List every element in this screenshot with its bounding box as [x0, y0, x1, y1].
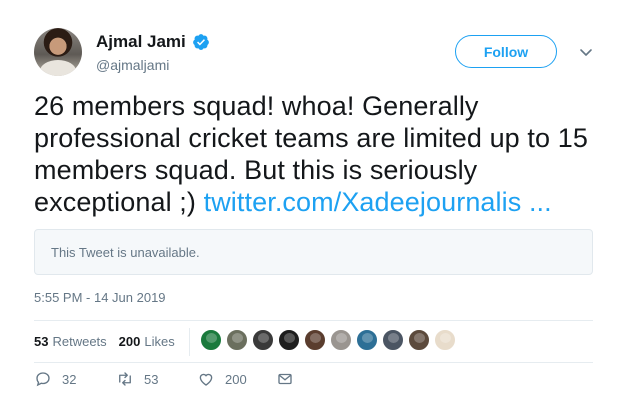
like-button[interactable]: 200 [197, 370, 247, 388]
reply-button[interactable]: 32 [34, 370, 76, 388]
liker-avatar[interactable] [304, 329, 326, 351]
chevron-down-icon[interactable] [578, 44, 594, 60]
follow-button[interactable]: Follow [455, 35, 557, 68]
like-count: 200 [225, 371, 247, 387]
tweet-text: 26 members squad! whoa! Generally profes… [34, 90, 594, 218]
reply-icon [36, 372, 50, 387]
stats-separator [189, 328, 190, 356]
likes-stat[interactable]: 200 Likes [119, 334, 175, 349]
retweet-icon [119, 372, 131, 386]
liker-avatar[interactable] [382, 329, 404, 351]
retweets-label: Retweets [52, 334, 107, 349]
author-name-row: Ajmal Jami [96, 32, 210, 52]
author-name[interactable]: Ajmal Jami [96, 32, 186, 52]
quoted-tweet-unavailable: This Tweet is unavailable. [34, 229, 593, 275]
avatar[interactable] [34, 28, 82, 76]
heart-icon [199, 373, 213, 386]
retweets-stat[interactable]: 53 Retweets [34, 334, 107, 349]
tweet-card: Ajmal Jami @ajmaljami Follow 26 members … [0, 0, 623, 420]
liker-avatar[interactable] [330, 329, 352, 351]
liker-avatar[interactable] [252, 329, 274, 351]
liker-avatar[interactable] [434, 329, 456, 351]
direct-message-button[interactable] [276, 370, 294, 388]
verified-badge-icon [192, 34, 209, 50]
author-handle[interactable]: @ajmaljami [96, 57, 169, 73]
tweet-timestamp[interactable]: 5:55 PM - 14 Jun 2019 [34, 290, 166, 305]
tweet-stats: 53 Retweets 200 Likes [34, 328, 190, 356]
retweets-count: 53 [34, 334, 49, 349]
tweet-link[interactable]: twitter.com/Xadeejournalis ... [204, 187, 552, 217]
liker-avatars [200, 329, 460, 351]
likes-count: 200 [118, 334, 141, 349]
retweet-count: 53 [144, 371, 159, 387]
likes-label: Likes [144, 334, 175, 349]
retweet-button[interactable]: 53 [116, 370, 158, 388]
reply-count: 32 [62, 371, 77, 387]
envelope-icon [278, 373, 292, 385]
liker-avatar[interactable] [408, 329, 430, 351]
liker-avatar[interactable] [278, 329, 300, 351]
liker-avatar[interactable] [356, 329, 378, 351]
liker-avatar[interactable] [200, 329, 222, 351]
divider [34, 320, 593, 321]
unavailable-message: This Tweet is unavailable. [51, 244, 200, 260]
liker-avatar[interactable] [226, 329, 248, 351]
divider [34, 362, 593, 363]
